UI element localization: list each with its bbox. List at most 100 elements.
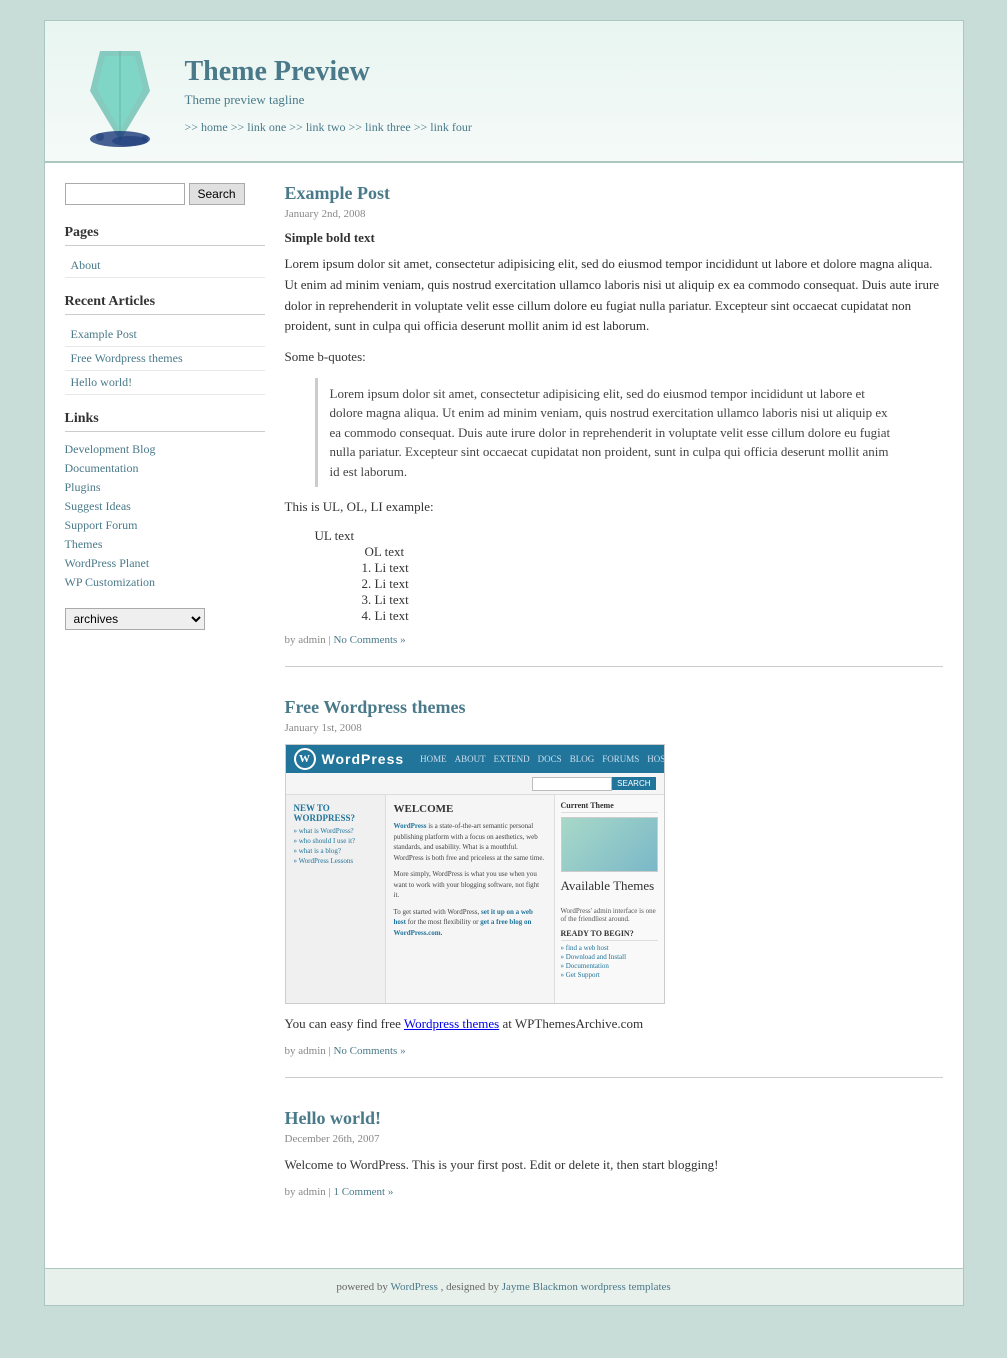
archives-dropdown[interactable]: archives (65, 608, 205, 630)
body-wrapper: Search Pages About Recent Articles Examp… (45, 163, 963, 1268)
list-item: Li text (375, 576, 913, 592)
wp-nav-about: ABOUT (455, 754, 486, 764)
post-hello-world: Hello world! December 26th, 2007 Welcome… (285, 1108, 943, 1218)
list-item: » Get Support (561, 971, 658, 979)
list-item: » WordPress Lessons (294, 857, 377, 865)
site-title: Theme Preview (185, 56, 472, 88)
nav-link-three[interactable]: link three (365, 120, 411, 134)
nav-prefix: >> (185, 120, 199, 134)
post-free-wordpress-themes: Free Wordpress themes January 1st, 2008 … (285, 697, 943, 1078)
pages-link-about[interactable]: About (65, 254, 265, 278)
wp-nav-forums: FORUMS (602, 754, 639, 764)
post-blockquote: Lorem ipsum dolor sit amet, consectetur … (315, 378, 913, 488)
footer-designer-link[interactable]: Jayme Blackmon wordpress templates (502, 1281, 671, 1293)
links-heading: Links (65, 411, 265, 432)
post-comments-link[interactable]: No Comments » (333, 634, 405, 646)
post-title-link[interactable]: Hello world! (285, 1108, 382, 1128)
link-dev-blog[interactable]: Development Blog (65, 440, 265, 459)
site-logo (75, 41, 165, 151)
post-footer: by admin | No Comments » (285, 1045, 943, 1057)
link-wordpress-planet[interactable]: WordPress Planet (65, 554, 265, 573)
list-item: About (65, 254, 265, 278)
list-item: Themes (65, 535, 265, 554)
list-item: Development Blog (65, 440, 265, 459)
nav-link-one[interactable]: link one (247, 120, 286, 134)
post-footer: by admin | No Comments » (285, 634, 943, 646)
link-plugins[interactable]: Plugins (65, 478, 265, 497)
wp-nav-links: HOME ABOUT EXTEND DOCS BLOG FORUMS HOSTI… (420, 754, 664, 764)
pages-heading: Pages (65, 225, 265, 246)
ul-ol-example: UL text OL text Li text Li text Li text … (315, 528, 913, 624)
header-text: Theme Preview Theme preview tagline >> h… (185, 41, 472, 135)
site-header: Theme Preview Theme preview tagline >> h… (45, 21, 963, 163)
wp-search-button[interactable]: SEARCH (612, 777, 655, 790)
nav-link-two[interactable]: link two (306, 120, 346, 134)
wp-right-col: Current Theme Available Themes WordPress… (554, 795, 664, 1003)
recent-articles-list: Example Post Free Wordpress themes Hello… (65, 323, 265, 395)
blockquote-intro: Some b-quotes: (285, 347, 943, 368)
list-item: Plugins (65, 478, 265, 497)
ul-text: UL text (315, 528, 913, 544)
list-item: Documentation (65, 459, 265, 478)
header-nav: >> home >> link one >> link two >> link … (185, 120, 472, 135)
link-documentation[interactable]: Documentation (65, 459, 265, 478)
link-suggest-ideas[interactable]: Suggest Ideas (65, 497, 265, 516)
list-item: Li text (375, 560, 913, 576)
search-input[interactable] (65, 183, 185, 205)
list-item: Suggest Ideas (65, 497, 265, 516)
list-item: » find a web host (561, 944, 658, 952)
list-intro: This is UL, OL, LI example: (285, 497, 943, 518)
ol-text: OL text (365, 544, 913, 560)
post-author: admin (298, 634, 326, 646)
wp-nav-home: HOME (420, 754, 447, 764)
site-footer: powered by WordPress , designed by Jayme… (45, 1268, 963, 1305)
wp-available-themes: Available Themes (561, 876, 658, 897)
post-body-text: Welcome to WordPress. This is your first… (285, 1155, 943, 1176)
wordpress-themes-link[interactable]: Wordpress themes (404, 1016, 499, 1031)
search-box: Search (65, 183, 265, 205)
wp-header-bar: W WordPress HOME ABOUT EXTEND DOCS BLOG (286, 745, 664, 773)
post-content: Welcome to WordPress. This is your first… (285, 1155, 943, 1176)
post-title-link[interactable]: Example Post (285, 183, 391, 203)
wp-theme-note: WordPress' admin interface is one of the… (561, 907, 658, 923)
post-comments-link[interactable]: 1 Comment » (333, 1186, 393, 1198)
wp-ready-links: » find a web host » Download and Install… (561, 944, 658, 979)
nav-link-four[interactable]: link four (430, 120, 472, 134)
post-footer: by admin | 1 Comment » (285, 1186, 943, 1198)
links-list: Development Blog Documentation Plugins S… (65, 440, 265, 592)
sidebar: Search Pages About Recent Articles Examp… (65, 183, 265, 1248)
footer-wordpress-link[interactable]: WordPress (391, 1281, 438, 1293)
list-item: WP Customization (65, 573, 265, 592)
post-author: admin (298, 1045, 326, 1057)
archives-select: archives (65, 608, 265, 630)
list-item: Li text (375, 592, 913, 608)
list-item: Support Forum (65, 516, 265, 535)
wp-main-col: WELCOME WordPress is a state-of-the-art … (386, 795, 554, 1003)
post-content: W WordPress HOME ABOUT EXTEND DOCS BLOG (285, 744, 943, 1035)
link-themes[interactable]: Themes (65, 535, 265, 554)
nav-link-home[interactable]: home (201, 120, 228, 134)
pages-list: About (65, 254, 265, 278)
wp-new-links: » what is WordPress? » who should I use … (294, 827, 377, 865)
wp-current-theme-heading: Current Theme (561, 801, 658, 813)
list-item: » what is WordPress? (294, 827, 377, 835)
list-item: » who should I use it? (294, 837, 377, 845)
recent-article-link-2[interactable]: Free Wordpress themes (65, 347, 265, 371)
post-title-link[interactable]: Free Wordpress themes (285, 697, 466, 717)
wordpress-screenshot: W WordPress HOME ABOUT EXTEND DOCS BLOG (285, 744, 665, 1004)
search-button[interactable]: Search (189, 183, 245, 205)
recent-article-link-1[interactable]: Example Post (65, 323, 265, 347)
wp-wordmark: WordPress (322, 751, 405, 767)
post-date: January 2nd, 2008 (285, 208, 943, 220)
post-comments-link[interactable]: No Comments » (333, 1045, 405, 1057)
recent-article-link-3[interactable]: Hello world! (65, 371, 265, 395)
wp-logo-area: W WordPress (294, 748, 405, 770)
post-body-text: You can easy find free Wordpress themes … (285, 1014, 943, 1035)
list-item: Hello world! (65, 371, 265, 395)
post-example-post: Example Post January 2nd, 2008 Simple bo… (285, 183, 943, 667)
wp-ready-heading: READY TO BEGIN? (561, 929, 658, 941)
link-wp-customization[interactable]: WP Customization (65, 573, 265, 592)
wp-search-input[interactable] (532, 777, 612, 791)
footer-text: powered by (336, 1281, 390, 1293)
link-support-forum[interactable]: Support Forum (65, 516, 265, 535)
